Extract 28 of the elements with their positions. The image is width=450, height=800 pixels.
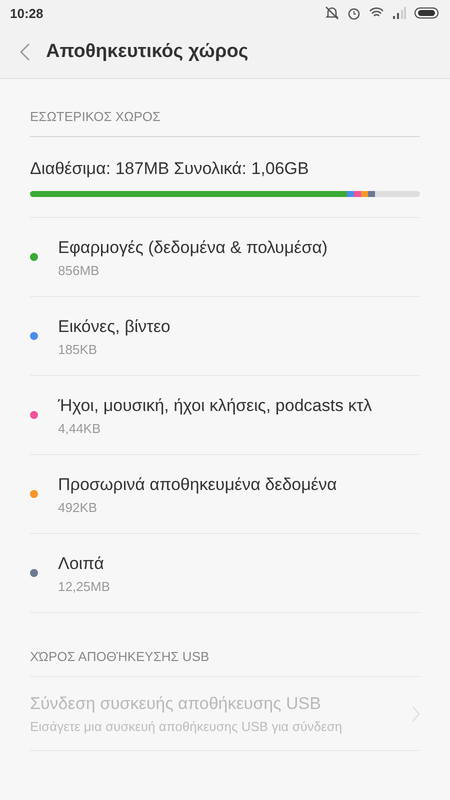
chevron-icon bbox=[412, 706, 420, 722]
category-size: 4,44KB bbox=[58, 420, 102, 436]
usb-title: Σύνδεση συσκευής αποθήκευσης USB bbox=[30, 693, 322, 715]
category-row[interactable]: Εφαρμογές (δεδομένα & πολυμέσα) 856MB bbox=[30, 217, 420, 296]
section-heading: ΧΏΡΟΣ ΑΠΟΘΉΚΕΥΣΗΣ USB bbox=[30, 612, 420, 676]
category-name: Λοιπά bbox=[58, 552, 105, 574]
section-heading: ΕΣΩΤΕΡΙΚΟΣ ΧΩΡΟΣ bbox=[30, 79, 420, 137]
signal-icon bbox=[392, 7, 406, 19]
category-size: 185KB bbox=[58, 342, 98, 356]
category-name: Ήχοι, μουσική, ήχοι κλήσεις, podcasts κτλ bbox=[58, 394, 372, 416]
wifi-icon bbox=[369, 7, 384, 19]
storage-summary: Διαθέσιμα: 187MB Συνολικά: 1,06GB bbox=[30, 158, 310, 180]
category-size: 856MB bbox=[58, 262, 100, 278]
page-title: Αποθηκευτικός χώρος bbox=[46, 41, 248, 63]
category-row[interactable]: Προσωρινά αποθηκευμένα δεδομένα 492KB bbox=[30, 454, 420, 533]
category-row[interactable]: Λοιπά 12,25MB bbox=[30, 533, 420, 612]
category-row[interactable]: Εικόνες, βίντεο 185KB bbox=[30, 296, 420, 375]
mute-icon bbox=[325, 6, 339, 20]
category-name: Εφαρμογές (δεδομένα & πολυμέσα) bbox=[58, 236, 328, 258]
category-size: 492KB bbox=[58, 500, 98, 514]
battery-icon bbox=[414, 7, 440, 19]
status-time: 10:28 bbox=[10, 6, 44, 20]
category-size: 12,25MB bbox=[58, 578, 110, 594]
usb-subtitle: Εισάγετε μια συσκευή αποθήκευσης USB για σύνδεση bbox=[30, 719, 342, 734]
category-name: Προσωρινά αποθηκευμένα δεδομένα bbox=[58, 474, 337, 496]
category-name: Εικόνες, βίντεο bbox=[58, 316, 170, 338]
back-icon[interactable] bbox=[20, 43, 30, 61]
category-row[interactable]: Ήχοι, μουσική, ήχοι κλήσεις, podcasts κτλ 4,44KB bbox=[30, 375, 420, 454]
